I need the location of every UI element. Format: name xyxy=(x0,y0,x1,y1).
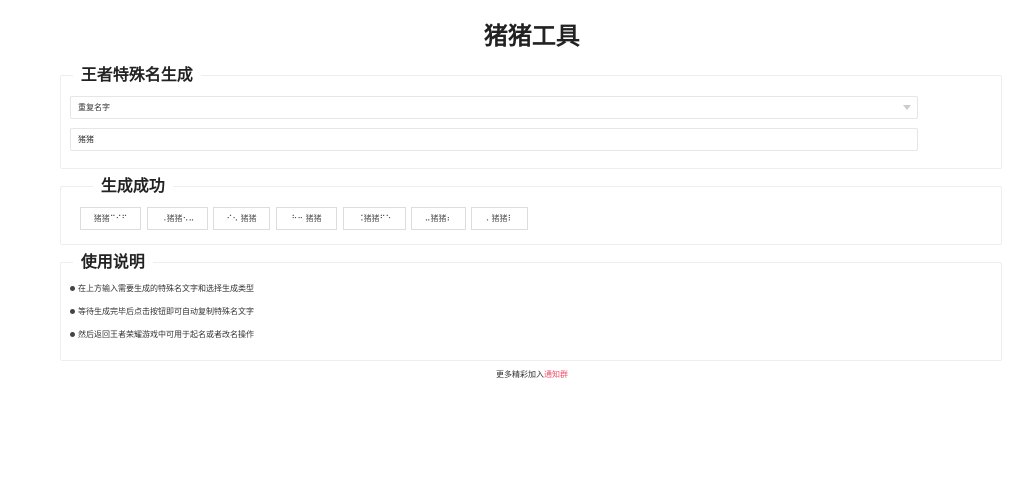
instructions-legend: 使用说明 xyxy=(73,252,154,272)
generator-legend: 王者特殊名生成 xyxy=(73,65,202,85)
result-button[interactable]: 猪猪⠉⠊⠋ xyxy=(80,207,141,230)
name-input[interactable] xyxy=(70,128,918,151)
result-button[interactable]: ⠄猪猪⠇ xyxy=(471,207,528,230)
type-select[interactable]: 重复名字 xyxy=(70,96,918,119)
instruction-item: 在上方输入需要生成的特殊名文字和选择生成类型 xyxy=(70,283,254,294)
result-button[interactable]: ⠠猪猪⠢⠤ xyxy=(147,207,208,230)
result-button[interactable]: ⠓⠒ 猪猪 xyxy=(276,207,337,230)
footer: 更多精彩加入通知群 xyxy=(0,369,1024,380)
result-button[interactable]: ⠊⠢ 猪猪 xyxy=(213,207,270,230)
instruction-item: 等待生成完毕后点击按钮即可自动复制特殊名文字 xyxy=(70,306,254,317)
instruction-item: 然后返回王者荣耀游戏中可用于起名或者改名操作 xyxy=(70,329,254,340)
result-button[interactable]: ⠤猪猪⠆ xyxy=(411,207,466,230)
result-section: 生成成功 猪猪⠉⠊⠋ ⠠猪猪⠢⠤ ⠊⠢ 猪猪 ⠓⠒ 猪猪 ⠨猪猪⠋⠑ ⠤猪猪⠆ … xyxy=(60,176,1002,245)
chevron-down-icon xyxy=(903,105,911,110)
type-select-value: 重复名字 xyxy=(78,103,110,112)
notify-group-link[interactable]: 通知群 xyxy=(544,370,568,379)
page-title: 猪猪工具 xyxy=(484,22,580,50)
result-button[interactable]: ⠨猪猪⠋⠑ xyxy=(343,207,406,230)
instructions-section: 使用说明 在上方输入需要生成的特殊名文字和选择生成类型 等待生成完毕后点击按钮即… xyxy=(60,252,1002,361)
result-legend: 生成成功 xyxy=(93,176,174,196)
footer-text: 更多精彩加入 xyxy=(496,370,544,379)
generator-section: 王者特殊名生成 重复名字 xyxy=(60,65,1002,169)
